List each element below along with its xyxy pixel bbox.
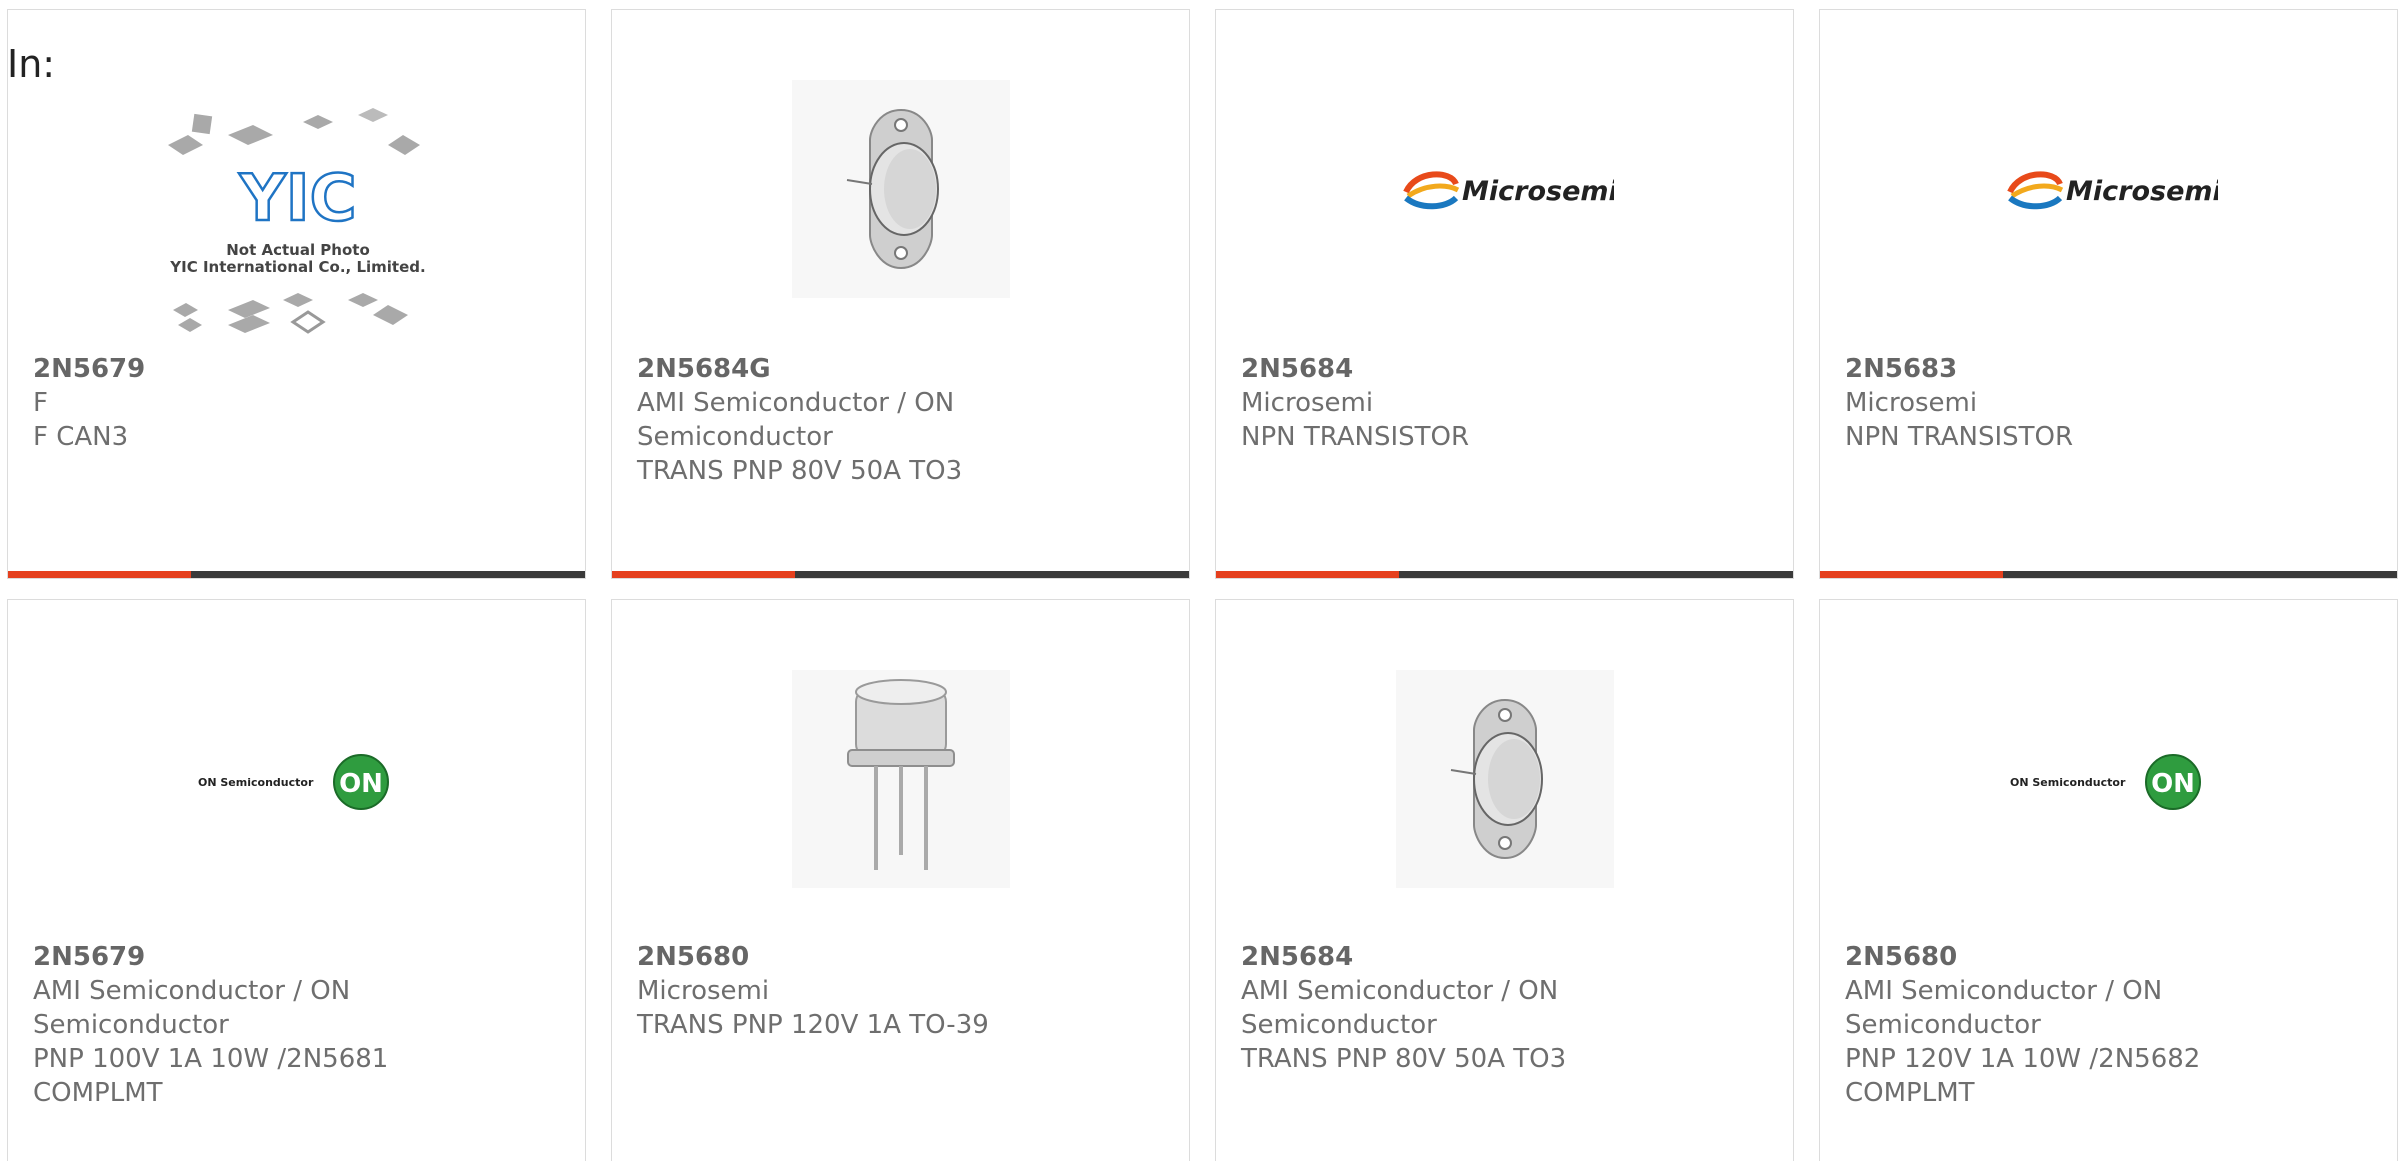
on-semiconductor-logo: ON Semiconductor ON xyxy=(188,740,406,820)
manufacturer: AMI Semiconductor / ON Semiconductor xyxy=(1241,976,1559,1040)
card-bottom-bar xyxy=(8,571,585,578)
to3-transistor-image xyxy=(792,80,1010,298)
microsemi-logo: Microsemi xyxy=(2000,150,2218,230)
card-bar-accent xyxy=(1820,571,2003,578)
card-bottom-bar xyxy=(1216,571,1793,578)
product-grid-page: In: YIC Not Actual Photo YIC Internation… xyxy=(0,0,2400,1161)
card-bottom-bar xyxy=(1820,571,2397,578)
manufacturer: Microsemi xyxy=(1241,388,1374,418)
manufacturer: AMI Semiconductor / ON Semiconductor xyxy=(637,388,955,452)
description: F CAN3 xyxy=(33,422,129,452)
product-card[interactable]: 2N5684 AMI Semiconductor / ON Semiconduc… xyxy=(1215,599,1794,1161)
product-card[interactable]: YIC Not Actual Photo YIC International C… xyxy=(7,9,586,579)
product-info: 2N5679 AMI Semiconductor / ON Semiconduc… xyxy=(33,940,433,1110)
part-number[interactable]: 2N5679 xyxy=(33,940,433,974)
card-bottom-bar xyxy=(612,571,1189,578)
description: PNP 100V 1A 10W /2N5681 COMPLMT xyxy=(33,1044,389,1108)
description: TRANS PNP 80V 50A TO3 xyxy=(1241,1044,1567,1074)
to39-transistor-image xyxy=(792,670,1010,888)
to3-transistor-image xyxy=(1396,670,1614,888)
product-card[interactable]: ON Semiconductor ON 2N5679 AMI Semicondu… xyxy=(7,599,586,1161)
part-number[interactable]: 2N5684G xyxy=(637,352,1057,386)
product-info: 2N5684G AMI Semiconductor / ON Semicondu… xyxy=(637,352,1057,488)
product-info: 2N5680 Microsemi TRANS PNP 120V 1A TO-39 xyxy=(637,940,1057,1042)
manufacturer: AMI Semiconductor / ON Semiconductor xyxy=(1845,976,2163,1040)
manufacturer: AMI Semiconductor / ON Semiconductor xyxy=(33,976,351,1040)
on-semi-logo-text: ON Semiconductor xyxy=(2010,776,2126,789)
filter-in-label: In: xyxy=(7,42,56,86)
product-card[interactable]: Microsemi 2N5683 Microsemi NPN TRANSISTO… xyxy=(1819,9,2398,579)
description: NPN TRANSISTOR xyxy=(1845,422,2074,452)
part-number[interactable]: 2N5684 xyxy=(1241,940,1661,974)
product-card[interactable]: 2N5680 Microsemi TRANS PNP 120V 1A TO-39 xyxy=(611,599,1190,1161)
product-info: 2N5684 Microsemi NPN TRANSISTOR xyxy=(1241,352,1661,454)
on-badge-text: ON xyxy=(2151,769,2195,799)
part-number[interactable]: 2N5679 xyxy=(33,352,453,386)
product-card[interactable]: 2N5684G AMI Semiconductor / ON Semicondu… xyxy=(611,9,1190,579)
description: PNP 120V 1A 10W /2N5682 COMPLMT xyxy=(1845,1044,2201,1108)
part-number[interactable]: 2N5680 xyxy=(1845,940,2245,974)
manufacturer: Microsemi xyxy=(1845,388,1978,418)
description: NPN TRANSISTOR xyxy=(1241,422,1470,452)
product-info: 2N5679 F F CAN3 xyxy=(33,352,453,454)
part-number[interactable]: 2N5680 xyxy=(637,940,1057,974)
microsemi-logo-text: Microsemi xyxy=(1462,176,1614,207)
on-semiconductor-logo: ON Semiconductor ON xyxy=(2000,740,2218,820)
microsemi-logo: Microsemi xyxy=(1396,150,1614,230)
description: TRANS PNP 80V 50A TO3 xyxy=(637,456,963,486)
manufacturer: F xyxy=(33,388,48,418)
card-bar-accent xyxy=(8,571,191,578)
part-number[interactable]: 2N5684 xyxy=(1241,352,1661,386)
part-number[interactable]: 2N5683 xyxy=(1845,352,2265,386)
product-info: 2N5683 Microsemi NPN TRANSISTOR xyxy=(1845,352,2265,454)
on-semi-logo-text: ON Semiconductor xyxy=(198,776,314,789)
product-card[interactable]: ON Semiconductor ON 2N5680 AMI Semicondu… xyxy=(1819,599,2398,1161)
card-bar-accent xyxy=(612,571,795,578)
product-image-placeholder: YIC Not Actual Photo YIC International C… xyxy=(158,100,448,350)
product-info: 2N5684 AMI Semiconductor / ON Semiconduc… xyxy=(1241,940,1661,1076)
manufacturer: Microsemi xyxy=(637,976,770,1006)
product-info: 2N5680 AMI Semiconductor / ON Semiconduc… xyxy=(1845,940,2245,1110)
not-actual-photo-caption: Not Actual Photo xyxy=(226,241,370,259)
product-card[interactable]: Microsemi 2N5684 Microsemi NPN TRANSISTO… xyxy=(1215,9,1794,579)
microsemi-logo-text: Microsemi xyxy=(2066,176,2218,207)
on-badge-text: ON xyxy=(339,769,383,799)
description: TRANS PNP 120V 1A TO-39 xyxy=(637,1010,989,1040)
yic-company-caption: YIC International Co., Limited. xyxy=(169,258,425,276)
card-bar-accent xyxy=(1216,571,1399,578)
yic-logo-text: YIC xyxy=(238,162,356,236)
